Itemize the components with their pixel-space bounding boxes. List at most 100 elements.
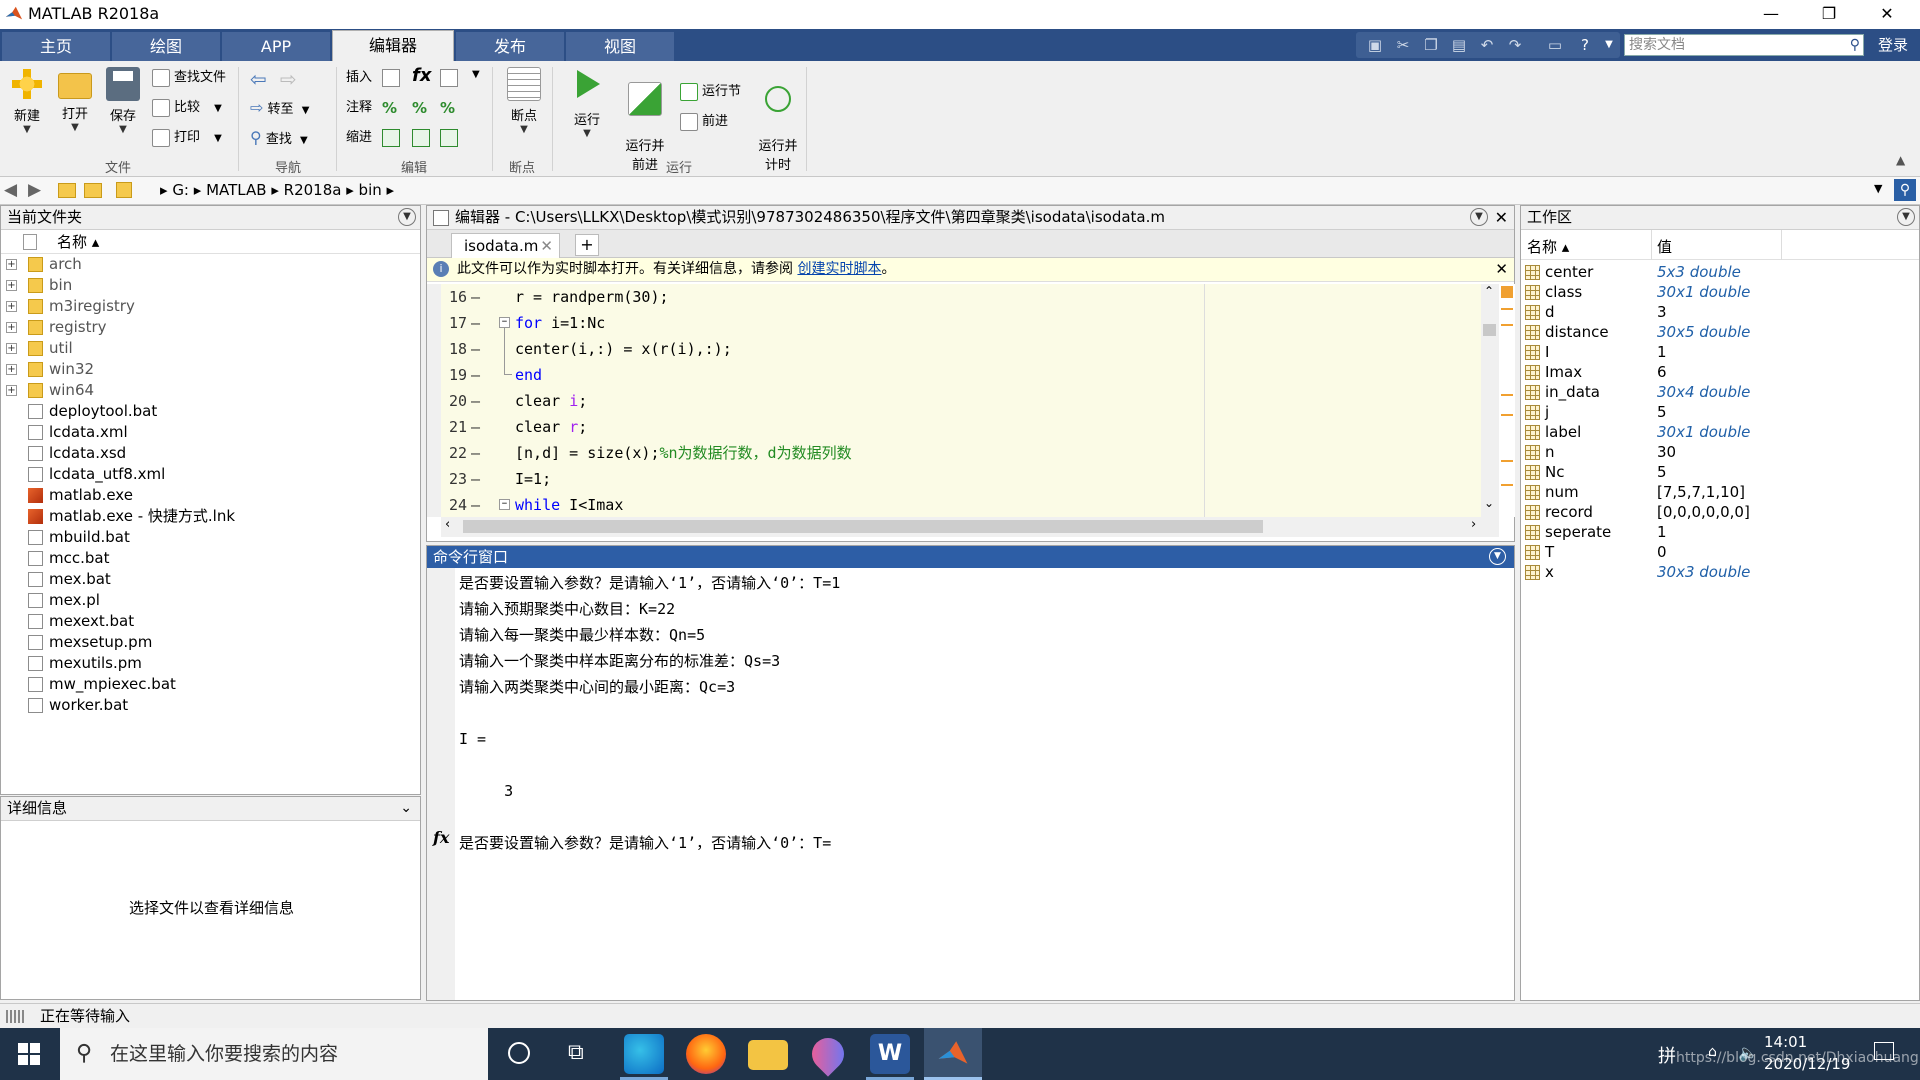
folder-item[interactable]: + util — [1, 338, 420, 359]
restore-button[interactable]: ❐ — [1800, 0, 1858, 29]
folder-item[interactable]: + win64 — [1, 380, 420, 401]
decrease-indent-icon[interactable] — [440, 129, 458, 147]
breakpoints-button[interactable]: 断点 ▼ — [500, 67, 548, 135]
workspace-variable-row[interactable]: label 30x1 double — [1521, 422, 1919, 442]
undo-icon[interactable]: ↶ — [1476, 34, 1498, 56]
file-item[interactable]: mex.pl — [1, 590, 420, 611]
folder-item[interactable]: + bin — [1, 275, 420, 296]
find-button[interactable]: ⚲ 查找 ▼ — [250, 127, 308, 149]
file-item[interactable]: matlab.exe — [1, 485, 420, 506]
file-item[interactable]: mw_mpiexec.bat — [1, 674, 420, 695]
matlab-taskbar-button[interactable] — [924, 1028, 982, 1080]
breadcrumb-item[interactable]: R2018a — [284, 181, 342, 199]
file-item[interactable]: mexsetup.pm — [1, 632, 420, 653]
insert-figure-icon[interactable] — [440, 69, 458, 87]
horizontal-scroll-thumb[interactable] — [463, 520, 1263, 533]
new-tab-button[interactable]: + — [575, 234, 599, 256]
search-folder-icon[interactable]: ⚲ — [1894, 179, 1916, 201]
folder-item[interactable]: + registry — [1, 317, 420, 338]
save-icon[interactable]: ▣ — [1364, 34, 1386, 56]
code-line[interactable]: 20— clear i; — [441, 388, 1481, 414]
print-button[interactable]: 打印 ▼ — [152, 127, 222, 149]
search-icon[interactable]: ⚲ — [1850, 35, 1860, 55]
expand-icon[interactable]: + — [6, 322, 17, 333]
workspace-variable-row[interactable]: n 30 — [1521, 442, 1919, 462]
redo-icon[interactable]: ↷ — [1504, 34, 1526, 56]
file-list-header[interactable]: 名称 ▴ — [1, 230, 420, 254]
code-line[interactable]: 18— center(i,:) = x(r(i),:); — [441, 328, 1481, 362]
wrap-comment-icon[interactable]: % — [440, 99, 455, 117]
scroll-down-icon[interactable]: ⌄ — [1484, 496, 1494, 510]
vertical-scrollbar[interactable]: ⌃ ⌄ — [1481, 284, 1499, 517]
workspace-variable-row[interactable]: Nc 5 — [1521, 462, 1919, 482]
file-item[interactable]: mbuild.bat — [1, 527, 420, 548]
search-documentation-input[interactable]: 搜索文档 ⚲ — [1624, 34, 1864, 56]
workspace-variable-row[interactable]: x 30x3 double — [1521, 562, 1919, 582]
scroll-left-icon[interactable]: ‹ — [445, 517, 450, 532]
ime-indicator[interactable]: 拼 — [1658, 1042, 1676, 1068]
up-folder-icon[interactable] — [58, 183, 76, 198]
warning-marker[interactable] — [1501, 484, 1513, 486]
file-item[interactable]: lcdata.xsd — [1, 443, 420, 464]
run-button[interactable]: 运行 ▼ — [566, 67, 608, 139]
tab-view[interactable]: 视图 — [566, 32, 674, 61]
expand-icon[interactable]: + — [6, 343, 17, 354]
insert-section-icon[interactable] — [382, 69, 400, 87]
notifications-icon[interactable] — [1874, 1042, 1894, 1060]
file-item[interactable]: mexutils.pm — [1, 653, 420, 674]
tab-apps[interactable]: APP — [222, 32, 330, 61]
file-item[interactable]: matlab.exe - 快捷方式.lnk — [1, 506, 420, 527]
expand-icon[interactable]: + — [6, 385, 17, 396]
compare-button[interactable]: 比较 ▼ — [152, 97, 222, 119]
windows-start-icon[interactable] — [18, 1043, 40, 1065]
workspace-variable-row[interactable]: Imax 6 — [1521, 362, 1919, 382]
file-tab-isodata[interactable]: isodata.m ✕ — [451, 233, 560, 259]
cortana-icon[interactable] — [508, 1042, 530, 1064]
panel-actions-icon[interactable]: ▼ — [1897, 208, 1915, 226]
close-editor-icon[interactable]: ✕ — [1495, 206, 1508, 229]
file-item[interactable]: mcc.bat — [1, 548, 420, 569]
code-line[interactable]: 24— − while I<Imax — [441, 492, 1481, 517]
find-files-button[interactable]: 查找文件 — [152, 67, 226, 89]
chevron-down-icon[interactable]: ▼ — [472, 69, 480, 80]
code-line[interactable]: 21— clear r; — [441, 414, 1481, 440]
copy-icon[interactable]: ❐ — [1420, 34, 1442, 56]
tab-plots[interactable]: 绘图 — [112, 32, 220, 61]
file-item[interactable]: deploytool.bat — [1, 401, 420, 422]
login-link[interactable]: 登录 — [1878, 34, 1908, 55]
taskbar-search-box[interactable]: ⚲ 在这里输入你要搜索的内容 — [60, 1028, 488, 1080]
expand-icon[interactable]: + — [6, 364, 17, 375]
uncomment-icon[interactable]: % — [412, 99, 427, 117]
scroll-thumb[interactable] — [1483, 324, 1496, 336]
increase-indent-icon[interactable] — [412, 129, 430, 147]
fold-toggle-icon[interactable]: − — [499, 317, 510, 328]
folder-item[interactable]: + m3iregistry — [1, 296, 420, 317]
paint-app-icon[interactable] — [805, 1031, 851, 1077]
browse-folder-icon[interactable] — [84, 183, 102, 198]
collapse-toolstrip-icon[interactable]: ▲ — [1896, 153, 1905, 167]
insert-function-icon[interactable]: fx — [412, 65, 431, 86]
help-dropdown-icon[interactable]: ▼ — [1598, 34, 1620, 56]
expand-icon[interactable]: + — [6, 280, 17, 291]
warning-marker[interactable] — [1501, 308, 1513, 310]
function-browser-icon[interactable]: fx — [433, 828, 449, 847]
warning-marker[interactable] — [1501, 394, 1513, 396]
back-arrow-icon[interactable]: ◀ — [4, 180, 17, 200]
horizontal-scrollbar[interactable]: ‹ › — [441, 517, 1499, 537]
workspace-variable-row[interactable]: class 30x1 double — [1521, 282, 1919, 302]
code-line[interactable]: 17— − for i=1:Nc — [441, 310, 1481, 336]
folder-item[interactable]: + arch — [1, 254, 420, 275]
folder-item[interactable]: + win32 — [1, 359, 420, 380]
advance-button[interactable]: 前进 — [680, 111, 728, 133]
forward-arrow-icon[interactable]: ▶ — [28, 180, 41, 200]
create-live-script-link[interactable]: 创建实时脚本 — [797, 261, 881, 277]
firefox-icon[interactable] — [686, 1034, 726, 1074]
workspace-variable-row[interactable]: center 5x3 double — [1521, 262, 1919, 282]
breadcrumb-drive[interactable]: G: — [172, 181, 189, 199]
goto-button[interactable]: ⇨ 转至 ▼ — [250, 97, 309, 119]
warning-marker[interactable] — [1501, 414, 1513, 416]
scroll-right-icon[interactable]: › — [1471, 517, 1476, 532]
smart-indent-icon[interactable] — [382, 129, 400, 147]
back-arrow-icon[interactable]: ⇦ — [250, 67, 267, 91]
code-line[interactable]: 16— r = randperm(30); — [441, 284, 1481, 310]
